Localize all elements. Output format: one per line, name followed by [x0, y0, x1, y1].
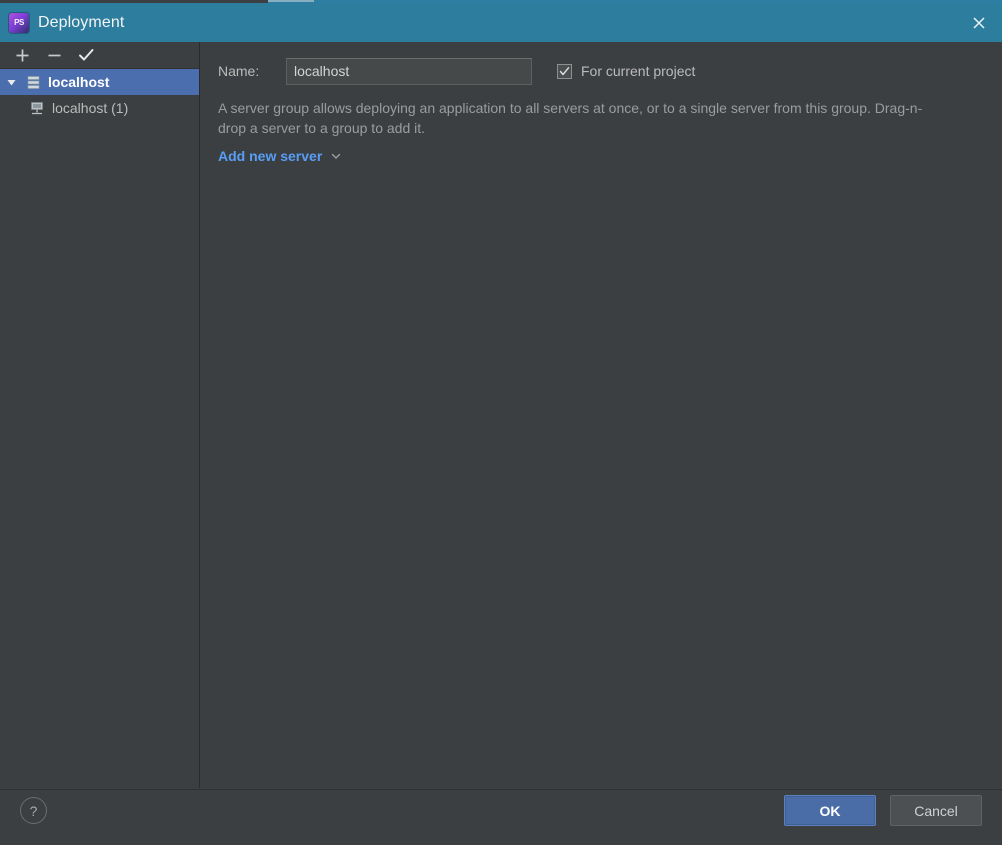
- name-row: Name: For current project: [218, 57, 984, 85]
- apply-button[interactable]: [70, 42, 102, 68]
- servers-tree-panel: localhost localhost (1): [0, 42, 200, 788]
- chevron-down-icon[interactable]: [0, 77, 22, 88]
- deployment-dialog-window: Deployment: [0, 0, 1002, 845]
- tree-item-label: localhost: [48, 74, 110, 90]
- for-current-project-checkbox[interactable]: For current project: [557, 63, 695, 79]
- checkbox-box: [557, 63, 572, 79]
- tree-item-label: localhost (1): [52, 100, 129, 116]
- check-icon: [559, 66, 570, 75]
- phpstorm-icon: [9, 12, 29, 33]
- help-button[interactable]: ?: [20, 797, 47, 824]
- footer-buttons: OK Cancel: [784, 795, 982, 826]
- group-description-text: A server group allows deploying an appli…: [218, 100, 923, 136]
- remote-server-icon: [26, 98, 48, 118]
- close-icon: [973, 16, 985, 29]
- ok-button[interactable]: OK: [784, 795, 876, 826]
- remove-button[interactable]: [38, 42, 70, 68]
- server-group-icon: [22, 72, 44, 92]
- title-bar: Deployment: [0, 3, 1002, 42]
- tree-toolbar: [0, 42, 199, 69]
- dialog-body: localhost localhost (1) Name: localhost …: [0, 42, 1002, 788]
- plus-icon: [16, 49, 28, 61]
- dialog-footer: ? OK Cancel: [0, 789, 1002, 845]
- help-icon: ?: [29, 802, 38, 819]
- tree-item-localhost-group[interactable]: localhost: [0, 69, 199, 95]
- close-button[interactable]: [956, 3, 1002, 42]
- add-new-server-label: Add new server: [218, 148, 323, 164]
- minus-icon: [48, 54, 60, 56]
- add-button[interactable]: [6, 42, 38, 68]
- background-window-sliver-highlight: [268, 0, 314, 2]
- name-input[interactable]: [286, 57, 532, 85]
- chevron-down-icon: [332, 153, 341, 159]
- window-title: Deployment: [38, 13, 125, 31]
- check-icon: [79, 49, 94, 61]
- server-tree: localhost localhost (1): [0, 69, 199, 121]
- group-detail-panel: Name: For current project A server group…: [201, 42, 1002, 788]
- name-label: Name:: [218, 63, 260, 79]
- tree-item-localhost-1[interactable]: localhost (1): [0, 95, 199, 121]
- cancel-button[interactable]: Cancel: [890, 795, 982, 826]
- checkbox-label: For current project: [581, 63, 696, 79]
- add-new-server-link[interactable]: Add new server: [218, 148, 342, 164]
